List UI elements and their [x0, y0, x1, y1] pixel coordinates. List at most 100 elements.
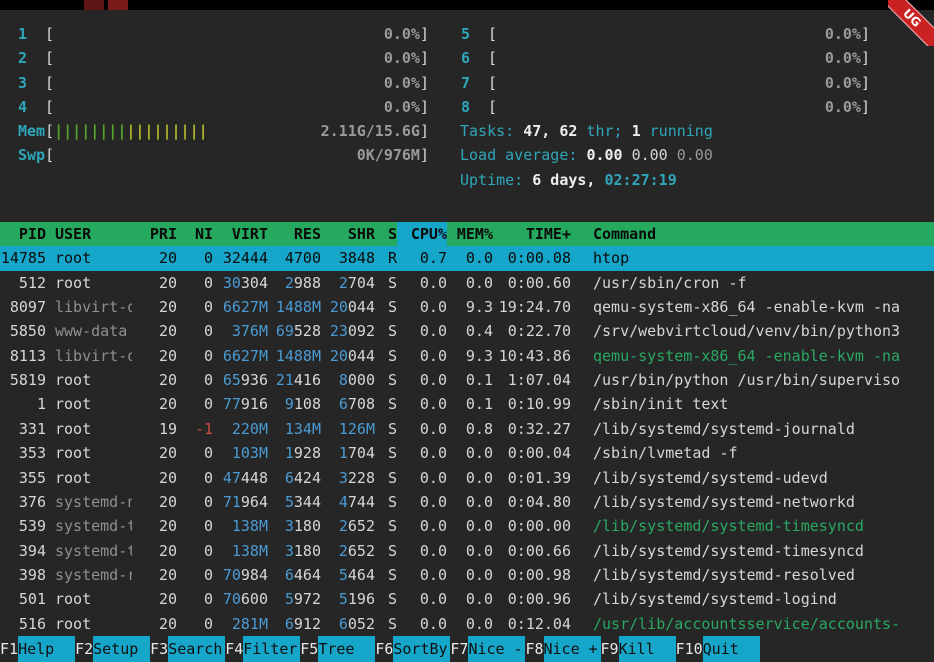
process-row[interactable]: 1 root 20 0 77916 9108 6708 S 0.0 0.1 0:…	[0, 392, 934, 416]
process-row[interactable]: 539 systemd-t 20 0 138M 3180 2652 S 0.0 …	[0, 514, 934, 538]
cell-ni: -1	[177, 417, 213, 441]
process-row[interactable]: 355 root 20 0 47448 6424 3228 S 0.0 0.0 …	[0, 466, 934, 490]
cpu-meter-value: 0.0%	[825, 95, 861, 119]
debug-ribbon: UG	[888, 0, 934, 46]
cell-res: 3180	[268, 514, 321, 538]
cell-command: /usr/lib/accountsservice/accounts-	[571, 612, 934, 636]
cell-user: libvirt-q	[46, 344, 132, 368]
fn-key-label: Nice -	[468, 636, 525, 662]
fn-key[interactable]: F6 SortBy	[375, 636, 450, 662]
process-row[interactable]: 5850 www-data 20 0 376M 69528 23092 S 0.…	[0, 319, 934, 343]
fn-key-number: F9	[601, 636, 619, 662]
header-command[interactable]: Command	[571, 222, 934, 246]
cell-res-mb: 6	[285, 469, 294, 487]
cell-pri: 20	[132, 246, 177, 270]
fn-key[interactable]: F8 Nice +	[525, 636, 600, 662]
cell-pri: 20	[132, 271, 177, 295]
process-row[interactable]: 376 systemd-n 20 0 71964 5344 4744 S 0.0…	[0, 490, 934, 514]
cell-user: root	[46, 246, 132, 270]
cell-state: S	[375, 612, 397, 636]
cell-user: root	[46, 441, 132, 465]
cpu-meter-value: 0.0%	[384, 46, 420, 70]
fn-key[interactable]: F5 Tree	[300, 636, 375, 662]
header-shr[interactable]: SHR	[321, 222, 375, 246]
cell-pid: 512	[0, 271, 46, 295]
header-cpu-sort-active[interactable]: CPU%	[397, 222, 447, 246]
header-pri[interactable]: PRI	[132, 222, 177, 246]
cell-shr-kb: 704	[348, 444, 375, 462]
header-pid[interactable]: PID	[0, 222, 46, 246]
cell-ni: 0	[177, 319, 213, 343]
fn-key[interactable]: F9 Kill	[601, 636, 676, 662]
cell-cpu: 0.0	[397, 441, 447, 465]
cell-virt-mb: 70	[223, 590, 241, 608]
cell-time: 0:00.66	[493, 539, 571, 563]
header-res[interactable]: RES	[268, 222, 321, 246]
process-row[interactable]: 331 root 19 -1 220M 134M 126M S 0.0 0.8 …	[0, 417, 934, 441]
swap-value: 0K/976M	[357, 143, 420, 167]
cell-res-kb: 528	[294, 322, 321, 340]
cell-res: 1928	[268, 441, 321, 465]
swap-bar-empty	[54, 143, 357, 167]
cell-pri: 20	[132, 344, 177, 368]
cell-shr-mb: 4	[339, 493, 348, 511]
cell-user: root	[46, 368, 132, 392]
cell-cpu: 0.0	[397, 466, 447, 490]
process-row[interactable]: 14785 root 20 0 32444 4700 3848 R 0.7 0.…	[0, 246, 934, 270]
process-row[interactable]: 8113 libvirt-q 20 0 6627M 1488M 20044 S …	[0, 344, 934, 368]
fn-key[interactable]: F2 Setup	[75, 636, 150, 662]
fn-key[interactable]: F4 Filter	[225, 636, 300, 662]
cell-state: S	[375, 539, 397, 563]
cell-res: 1488M	[268, 344, 321, 368]
cell-res-mb: 5	[285, 493, 294, 511]
cell-pid: 5850	[0, 319, 46, 343]
fn-key-label: Search	[168, 636, 225, 662]
cell-virt-mb: 65	[223, 371, 241, 389]
cell-virt-kb: 964	[241, 493, 268, 511]
cpu-meter-id: 4	[0, 95, 27, 119]
cell-ni: 0	[177, 368, 213, 392]
cell-shr: 20044	[321, 344, 375, 368]
cell-shr-kb: 000	[348, 371, 375, 389]
process-row[interactable]: 5819 root 20 0 65936 21416 8000 S 0.0 0.…	[0, 368, 934, 392]
process-row[interactable]: 394 systemd-t 20 0 138M 3180 2652 S 0.0 …	[0, 539, 934, 563]
cell-pri: 20	[132, 514, 177, 538]
process-row[interactable]: 501 root 20 0 70600 5972 5196 S 0.0 0.0 …	[0, 587, 934, 611]
cell-res-mb: 1488M	[276, 347, 321, 365]
cell-res: 69528	[268, 319, 321, 343]
cell-command: /lib/systemd/systemd-resolved	[571, 563, 934, 587]
fn-key[interactable]: F1 Help	[0, 636, 75, 662]
cell-pid: 331	[0, 417, 46, 441]
bracket-close: ]	[861, 71, 870, 95]
mem-bar-empty	[208, 119, 321, 143]
meters-left-column: 1 [ 0.0% ] 2 [ 0.0% ] 3 [ 0.0% ] 4 [ 0.0…	[0, 22, 429, 192]
fn-key[interactable]: F7 Nice -	[450, 636, 525, 662]
cell-user: systemd-r	[46, 563, 132, 587]
header-mem[interactable]: MEM%	[447, 222, 493, 246]
fn-key[interactable]: F3 Search	[150, 636, 225, 662]
header-ni[interactable]: NI	[177, 222, 213, 246]
process-row[interactable]: 512 root 20 0 30304 2988 2704 S 0.0 0.0 …	[0, 271, 934, 295]
process-row[interactable]: 516 root 20 0 281M 6912 6052 S 0.0 0.0 0…	[0, 612, 934, 636]
process-row[interactable]: 8097 libvirt-q 20 0 6627M 1488M 20044 S …	[0, 295, 934, 319]
cell-state: S	[375, 466, 397, 490]
header-time[interactable]: TIME+	[493, 222, 571, 246]
cpu-bar-empty	[497, 22, 825, 46]
cell-res: 2988	[268, 271, 321, 295]
header-virt[interactable]: VIRT	[213, 222, 268, 246]
cell-res-kb: 344	[294, 493, 321, 511]
fn-key[interactable]: F10 Quit	[676, 636, 760, 662]
cell-virt: 70600	[213, 587, 268, 611]
cell-virt-kb: 32444	[223, 249, 268, 267]
cell-state: R	[375, 246, 397, 270]
header-user[interactable]: USER	[46, 222, 132, 246]
cell-ni: 0	[177, 466, 213, 490]
cell-virt-kb: 600	[241, 590, 268, 608]
process-row[interactable]: 398 systemd-r 20 0 70984 6464 5464 S 0.0…	[0, 563, 934, 587]
process-row[interactable]: 353 root 20 0 103M 1928 1704 S 0.0 0.0 0…	[0, 441, 934, 465]
cell-time: 0:00.08	[493, 246, 571, 270]
header-state[interactable]: S	[375, 222, 397, 246]
mem-bar-cache: |||||||||	[126, 119, 207, 143]
cpu-bar-empty	[54, 46, 384, 70]
bracket-close: ]	[420, 95, 429, 119]
